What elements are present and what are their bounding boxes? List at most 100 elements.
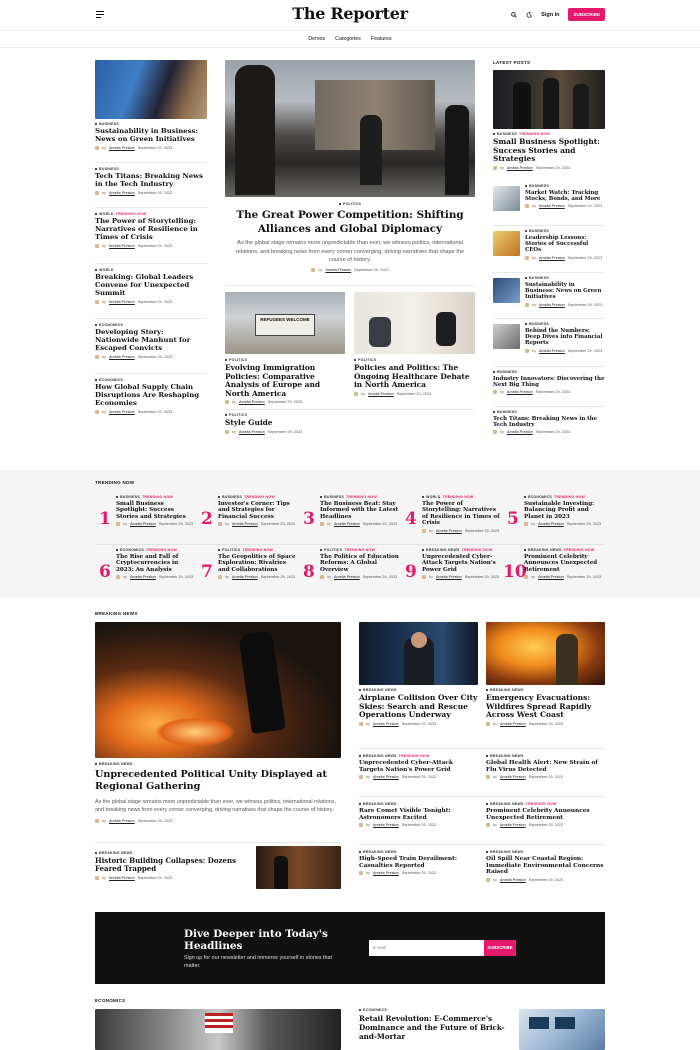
article-title[interactable]: Evolving Immigration Policies: Comparati… — [225, 363, 345, 398]
sign-in-link[interactable]: Sign in — [541, 12, 559, 18]
article-thumbnail[interactable] — [493, 278, 520, 303]
article-kicker[interactable]: WORLD TRENDING NOW — [422, 495, 502, 499]
article-kicker[interactable]: BUSINESS TRENDING NOW — [493, 132, 605, 136]
author-link[interactable]: Amelia Preston — [539, 204, 565, 208]
article-kicker[interactable]: BUSINESS — [493, 410, 605, 414]
article-kicker[interactable]: BREAKING NEWS — [486, 754, 605, 758]
article-kicker[interactable]: BUSINESS — [525, 229, 605, 233]
author-link[interactable]: Amelia Preston — [109, 146, 135, 150]
article-title[interactable]: Airplane Collision Over City Skies: Sear… — [359, 693, 478, 720]
nav-demos[interactable]: Demos — [308, 36, 325, 42]
article-kicker[interactable]: ECONOMICS TRENDING NOW — [524, 495, 604, 499]
trending-tag[interactable]: TRENDING NOW — [443, 495, 474, 499]
article-title[interactable]: Sustainability in Business: News on Gree… — [95, 127, 207, 144]
article-title[interactable]: The Politics of Education Reforms: A Glo… — [320, 554, 400, 573]
article-image[interactable] — [354, 292, 475, 354]
article-title[interactable]: Sustainable Investing: Balancing Profit … — [524, 501, 604, 520]
article-title[interactable]: Prominent Celebrity Announces Unexpected… — [524, 554, 604, 573]
trending-tag[interactable]: TRENDING NOW — [346, 495, 377, 499]
article-image[interactable] — [486, 622, 605, 685]
author-link[interactable]: Amelia Preston — [373, 871, 399, 875]
author-link[interactable]: Amelia Preston — [109, 819, 135, 823]
newsletter-subscribe-button[interactable]: SUBSCRIBE — [484, 940, 516, 956]
article-image[interactable] — [519, 1009, 605, 1050]
author-link[interactable]: Amelia Preston — [239, 400, 265, 404]
article-title[interactable]: Policies and Politics: The Ongoing Healt… — [354, 363, 475, 390]
breaking-main-image[interactable] — [95, 622, 341, 758]
article-thumbnail[interactable] — [493, 231, 520, 256]
trending-tag[interactable]: TRENDING NOW — [244, 495, 275, 499]
author-link[interactable]: Amelia Preston — [109, 244, 135, 248]
article-title[interactable]: Unprecedented Cyber-Attack Targets Natio… — [422, 554, 502, 573]
article-title[interactable]: Global Health Alert: New Strain of Flu V… — [486, 760, 605, 773]
article-kicker[interactable]: ECONOMICS — [359, 1008, 509, 1012]
article-title[interactable]: Tech Titans: Breaking News in the Tech I… — [95, 172, 207, 189]
article-title[interactable]: Oil Spill Near Coastal Region: Immediate… — [486, 856, 605, 876]
article-kicker[interactable]: POLITICS — [354, 358, 475, 362]
article-kicker[interactable]: POLITICS TRENDING NOW — [218, 548, 298, 552]
trending-tag[interactable]: TRENDING NOW — [526, 802, 557, 806]
trending-tag[interactable]: TRENDING NOW — [242, 548, 273, 552]
article-title[interactable]: Breaking: Global Leaders Convene for Une… — [95, 273, 207, 298]
author-link[interactable]: Amelia Preston — [239, 430, 265, 434]
article-image[interactable] — [359, 622, 478, 685]
article-kicker[interactable]: BUSINESS TRENDING NOW — [320, 495, 400, 499]
article-kicker[interactable]: BUSINESS TRENDING NOW — [116, 495, 196, 499]
article-kicker[interactable]: BUSINESS — [493, 370, 605, 374]
article-kicker[interactable]: BUSINESS — [525, 184, 605, 188]
author-link[interactable]: Amelia Preston — [507, 166, 533, 170]
article-kicker[interactable]: BREAKING NEWS — [359, 850, 478, 854]
feature-title[interactable]: The Great Power Competition: Shifting Al… — [225, 209, 475, 236]
trending-tag[interactable]: TRENDING NOW — [554, 495, 585, 499]
author-link[interactable]: Amelia Preston — [436, 575, 462, 579]
trending-tag[interactable]: TRENDING NOW — [564, 548, 595, 552]
article-title[interactable]: Market Watch: Tracking Stocks, Bonds, an… — [525, 190, 605, 202]
article-image[interactable]: REFUGEES WELCOME — [225, 292, 345, 354]
article-kicker[interactable]: BREAKING NEWS — [359, 688, 478, 692]
trending-tag[interactable]: TRENDING NOW — [519, 132, 550, 136]
article-title[interactable]: Rare Comet Visible Tonight: Astronomers … — [359, 808, 478, 821]
article-title[interactable]: The Geopolitics of Space Exploration: Ri… — [218, 554, 298, 573]
email-input[interactable]: E-mail — [369, 940, 484, 956]
article-kicker[interactable]: BUSINESS — [95, 167, 207, 171]
article-kicker[interactable]: POLITICS — [225, 413, 345, 417]
author-link[interactable]: Amelia Preston — [436, 529, 462, 533]
trending-tag[interactable]: TRENDING NOW — [344, 548, 375, 552]
article-kicker[interactable]: BREAKING NEWS — [95, 851, 245, 855]
author-link[interactable]: Amelia Preston — [500, 722, 526, 726]
article-title[interactable]: The Power of Storytelling: Narratives of… — [422, 501, 502, 527]
author-link[interactable]: Amelia Preston — [109, 191, 135, 195]
article-kicker[interactable]: BREAKING NEWS — [95, 762, 341, 766]
author-link[interactable]: Amelia Preston — [507, 390, 533, 394]
search-icon[interactable] — [511, 11, 517, 18]
author-link[interactable]: Amelia Preston — [130, 575, 156, 579]
subscribe-button[interactable]: SUBSCRIBE — [568, 8, 605, 21]
article-kicker[interactable]: ECONOMICS TRENDING NOW — [116, 548, 196, 552]
article-kicker[interactable]: BUSINESS — [525, 276, 605, 280]
article-title[interactable]: Developing Story: Nationwide Manhunt for… — [95, 328, 207, 353]
author-link[interactable]: Amelia Preston — [539, 256, 565, 260]
author-link[interactable]: Amelia Preston — [368, 392, 394, 396]
article-title[interactable]: The Rise and Fall of Cryptocurrencies in… — [116, 554, 196, 573]
article-kicker[interactable]: BREAKING NEWS — [359, 802, 478, 806]
article-kicker[interactable]: WORLD — [95, 268, 207, 272]
article-kicker[interactable]: POLITICS — [225, 358, 345, 362]
article-kicker[interactable]: BREAKING NEWS TRENDING NOW — [422, 548, 502, 552]
article-title[interactable]: Historic Building Collapses: Dozens Fear… — [95, 856, 245, 873]
author-link[interactable]: Amelia Preston — [500, 775, 526, 779]
feature-image[interactable] — [225, 60, 475, 197]
article-title[interactable]: Behind the Numbers: Deep Dives into Fina… — [525, 328, 605, 347]
dark-mode-icon[interactable] — [526, 11, 533, 18]
article-title[interactable]: Small Business Spotlight: Success Storie… — [116, 501, 196, 520]
article-kicker[interactable]: BREAKING NEWS TRENDING NOW — [486, 802, 605, 806]
author-link[interactable]: Amelia Preston — [334, 575, 360, 579]
article-kicker[interactable]: BUSINESS TRENDING NOW — [218, 495, 298, 499]
trending-tag[interactable]: TRENDING NOW — [399, 754, 430, 758]
article-title[interactable]: Tech Titans: Breaking News in the Tech I… — [493, 416, 605, 428]
trending-tag[interactable]: TRENDING NOW — [116, 212, 147, 216]
article-title[interactable]: Emergency Evacuations: Wildfires Spread … — [486, 693, 605, 720]
article-kicker[interactable]: BREAKING NEWS — [486, 850, 605, 854]
article-title[interactable]: Retail Revolution: E-Commerce's Dominanc… — [359, 1014, 509, 1041]
article-thumbnail[interactable] — [493, 324, 520, 349]
author-link[interactable]: Amelia Preston — [109, 876, 135, 880]
